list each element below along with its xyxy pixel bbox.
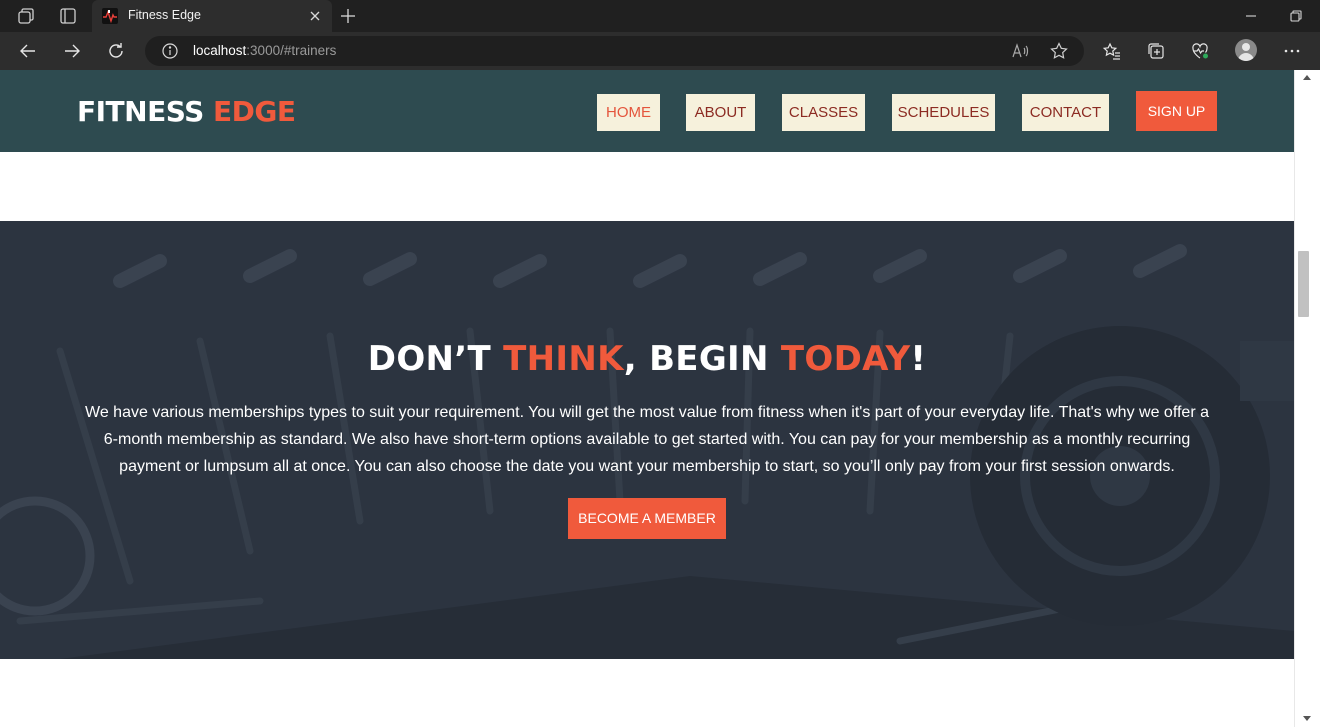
- browser-tab-strip: Fitness Edge: [0, 0, 1320, 32]
- back-icon[interactable]: [18, 41, 38, 61]
- scroll-down-arrow-icon[interactable]: [1303, 716, 1311, 721]
- read-aloud-icon[interactable]: [1010, 41, 1030, 61]
- favorites-list-icon[interactable]: [1102, 41, 1122, 61]
- favicon-icon: [102, 8, 118, 24]
- become-member-button[interactable]: BECOME A MEMBER: [568, 498, 726, 539]
- url-path: :3000/#trainers: [246, 43, 337, 58]
- scroll-up-arrow-icon[interactable]: [1303, 75, 1311, 80]
- nav-schedules[interactable]: SCHEDULES: [892, 94, 995, 131]
- page-viewport: FITNESS EDGE HOME ABOUT CLASSES SCHEDULE…: [0, 70, 1294, 727]
- url-text[interactable]: localhost:3000/#trainers: [193, 43, 336, 58]
- membership-hero: DON’T THINK, BEGIN TODAY! We have variou…: [0, 221, 1294, 659]
- minimize-icon[interactable]: [1241, 6, 1261, 26]
- site-logo[interactable]: FITNESS EDGE: [77, 95, 296, 128]
- hero-description: We have various memberships types to sui…: [85, 404, 1209, 475]
- address-bar[interactable]: localhost:3000/#trainers: [145, 36, 1084, 66]
- heading-part1: DON’T: [367, 339, 504, 379]
- scroll-thumb[interactable]: [1298, 251, 1309, 317]
- nav-home[interactable]: HOME: [597, 94, 660, 131]
- heading-part5: !: [910, 339, 927, 379]
- logo-accent: EDGE: [213, 95, 296, 128]
- nav-about[interactable]: ABOUT: [686, 94, 755, 131]
- tab-actions-icon[interactable]: [58, 6, 78, 26]
- close-icon[interactable]: [306, 7, 324, 25]
- tab-title: Fitness Edge: [128, 8, 201, 22]
- browser-toolbar: localhost:3000/#trainers: [0, 32, 1320, 70]
- refresh-icon[interactable]: [106, 41, 126, 61]
- site-info-icon[interactable]: [161, 42, 179, 60]
- site-header: FITNESS EDGE HOME ABOUT CLASSES SCHEDULE…: [0, 70, 1294, 152]
- sign-up-button[interactable]: SIGN UP: [1136, 91, 1217, 131]
- profile-avatar[interactable]: [1235, 39, 1257, 61]
- browser-tab-active[interactable]: Fitness Edge: [92, 0, 332, 32]
- heading-accent-think: THINK: [503, 339, 624, 379]
- page-scrollbar[interactable]: [1294, 70, 1320, 727]
- new-tab-icon[interactable]: [338, 6, 358, 26]
- health-icon[interactable]: [1190, 41, 1210, 61]
- more-menu-icon[interactable]: [1282, 41, 1302, 61]
- restore-icon[interactable]: [1286, 6, 1306, 26]
- workspaces-icon[interactable]: [16, 6, 36, 26]
- favorite-star-icon[interactable]: [1049, 41, 1069, 61]
- heading-accent-today: TODAY: [780, 339, 911, 379]
- url-host: localhost: [193, 43, 247, 58]
- nav-classes[interactable]: CLASSES: [782, 94, 865, 131]
- logo-main: FITNESS: [77, 95, 214, 128]
- nav-contact[interactable]: CONTACT: [1022, 94, 1109, 131]
- forward-icon[interactable]: [62, 41, 82, 61]
- collections-icon[interactable]: [1146, 41, 1166, 61]
- hero-heading: DON’T THINK, BEGIN TODAY!: [0, 339, 1294, 379]
- heading-part3: , BEGIN: [623, 339, 781, 379]
